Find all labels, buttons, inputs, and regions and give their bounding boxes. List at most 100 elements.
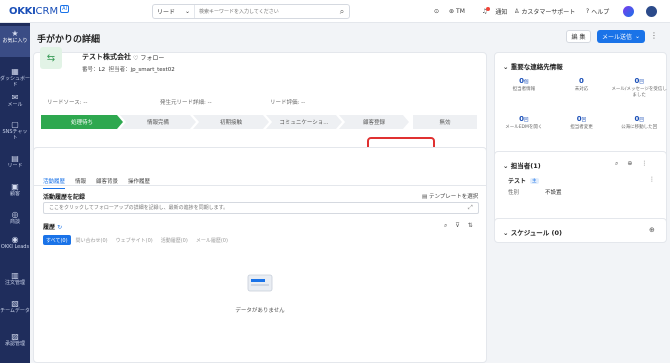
follow-button[interactable]: ♡ フォロー xyxy=(133,53,164,62)
contact-info-title[interactable]: ⌄ 重要な連絡先情報 xyxy=(503,61,563,71)
sidebar-item-team-data[interactable]: ▧ チームデータ xyxy=(0,299,30,314)
template-label: テンプレートを選択 xyxy=(428,194,479,200)
notification-label: 通知 xyxy=(495,9,508,16)
add-contact-icon[interactable]: ⊕ xyxy=(627,160,632,168)
stage-info-complete[interactable]: 情報完備 xyxy=(120,115,196,129)
template-icon: ▤ xyxy=(422,194,428,200)
company-logo: ⇆ xyxy=(40,47,62,69)
sidebar-item-approval[interactable]: ▨ 承認管理 xyxy=(0,332,30,347)
search-icon[interactable]: ⌕ xyxy=(444,222,447,230)
filter-icon[interactable]: ⊽ xyxy=(455,222,459,230)
contact-info-label: 重要な連絡先情報 xyxy=(510,63,563,71)
gender-value: 不設置 xyxy=(545,190,562,196)
stat-value: 0 xyxy=(579,77,584,85)
select-template-button[interactable]: ▤ テンプレートを選択 xyxy=(422,192,478,200)
contact-more-icon[interactable]: ⋮ xyxy=(649,176,655,183)
schedule-title[interactable]: ⌄ スケジュール (0) xyxy=(503,227,562,237)
contact-entry[interactable]: テスト主 xyxy=(508,176,539,185)
sidebar-item-dashboard[interactable]: ▦ ダッシュボード xyxy=(0,67,30,88)
logo-light-text: CRM xyxy=(35,5,59,17)
tab-operation-history[interactable]: 操作履歴 xyxy=(128,177,150,189)
stat-owner-changed[interactable]: 0回 担当者変更 xyxy=(553,111,611,144)
stat-label: メールEDMを開く xyxy=(505,125,543,130)
sidebar-item-label: 商談 xyxy=(9,219,20,225)
contact-name: テスト xyxy=(508,178,527,185)
okki-crm-logo[interactable]: OKKI CRM AI xyxy=(9,5,69,17)
contacts-title[interactable]: ⌄ 担当者(1) xyxy=(503,160,541,170)
tab-customer-background[interactable]: 顧客背景 xyxy=(96,177,118,189)
sidebar-item-okki-leads[interactable]: ◉ OKKI Leads xyxy=(0,235,30,250)
tab-info[interactable]: 情報 xyxy=(75,177,86,189)
page-title: 手がかりの詳細 xyxy=(37,35,101,45)
sidebar-item-favorites[interactable]: ★ お気に入り xyxy=(0,26,30,57)
sidebar-item-label: OKKI Leads xyxy=(0,244,30,250)
customer-icon: ▣ xyxy=(11,182,19,191)
edit-button[interactable]: 編 集 xyxy=(566,30,591,43)
filter-inquiry[interactable]: 問い合わせ(0) xyxy=(73,235,111,245)
star-icon: ★ xyxy=(11,29,19,38)
stage-pending[interactable]: 処理待ち xyxy=(41,115,123,129)
order-icon: ▥ xyxy=(11,271,19,280)
primary-badge: 主 xyxy=(530,177,539,184)
top-bar: OKKI CRM AI リード⌄ ⌕ ⊙ ⊛TM ♫通知 ♙カスタマーサポート … xyxy=(0,0,670,23)
stat-moved-to-public[interactable]: 0回 公海に移動した回 xyxy=(610,111,668,144)
search-input[interactable] xyxy=(195,5,335,18)
followup-note-input[interactable] xyxy=(43,202,479,214)
stat-label: 公海に移動した回 xyxy=(621,125,658,130)
support-button[interactable]: ♙ カスタマーサポート xyxy=(514,0,575,23)
more-options-icon[interactable]: ⋮ xyxy=(641,160,647,168)
refresh-icon[interactable]: ↻ xyxy=(57,224,62,231)
ai-assistant-icon[interactable] xyxy=(623,0,634,23)
stat-received-messages[interactable]: 0回 メール/メッセージを受信しました xyxy=(610,73,668,106)
team-data-icon: ▧ xyxy=(11,299,19,308)
mail-icon: ✉ xyxy=(11,93,19,102)
sidebar-item-customer[interactable]: ▣ 顧客 xyxy=(0,182,30,197)
history-toolbar: ⌕ ⊽ ⇅ xyxy=(444,222,473,230)
filter-all[interactable]: すべて(0) xyxy=(43,235,71,245)
stage-customer-registration[interactable]: 顧客登録 xyxy=(339,115,409,129)
chevron-down-icon: ⌄ xyxy=(503,162,509,170)
add-schedule-icon[interactable]: ⊕ xyxy=(649,226,655,234)
stat-edm-opened[interactable]: 0回 メールEDMを開く xyxy=(495,111,553,144)
sidebar-item-sns-chat[interactable]: ▢ SNSチャット xyxy=(0,120,30,141)
settings-icon[interactable]: ⊙ xyxy=(434,0,439,23)
filter-mail[interactable]: メール履歴(0) xyxy=(193,235,231,245)
sidebar-item-mail[interactable]: ✉ メール xyxy=(0,93,30,108)
user-avatar[interactable] xyxy=(646,0,657,23)
sort-icon[interactable]: ⇅ xyxy=(468,222,473,230)
send-mail-button[interactable]: メール送信 ⌄ xyxy=(597,30,645,43)
number-label: 番号： xyxy=(82,67,99,73)
stage-initial-contact[interactable]: 初期接触 xyxy=(193,115,269,129)
field-label: リード評価: xyxy=(270,100,300,106)
stat-unit: 回 xyxy=(639,80,644,85)
sidebar-item-label: SNSチャット xyxy=(2,129,28,141)
stage-invalid[interactable]: 無効 xyxy=(413,115,477,129)
approval-icon: ▨ xyxy=(11,332,19,341)
lead-rating-field: リード評価: -- xyxy=(270,98,305,106)
sidebar-item-deal[interactable]: ◎ 商談 xyxy=(0,210,30,225)
chat-icon: ▢ xyxy=(11,120,19,129)
leads-icon: ◉ xyxy=(11,235,19,244)
owner-label: 担当者： xyxy=(108,67,131,73)
logo-bold-text: OKKI xyxy=(9,5,36,17)
sidebar-item-order[interactable]: ▥ 注文管理 xyxy=(0,271,30,286)
expand-icon[interactable]: ⤢ xyxy=(468,204,473,212)
stage-communication[interactable]: コミュニケーショ... xyxy=(266,115,342,129)
main-content: 手がかりの詳細 編 集 メール送信 ⌄ ⋮ ⇆ テスト株式会社 ♡ フォロー 番号… xyxy=(30,23,670,363)
tab-activity-history[interactable]: 活動履歴 xyxy=(43,177,66,189)
stat-unhandled[interactable]: 0 未対応 xyxy=(553,73,611,106)
notification-button[interactable]: ♫ 通知 xyxy=(482,0,507,23)
more-options-icon[interactable]: ⋮ xyxy=(650,31,658,40)
filter-website[interactable]: ウェブサイト(0) xyxy=(113,235,156,245)
sidebar-item-lead[interactable]: ▤ リード xyxy=(0,154,30,169)
stat-contact-info[interactable]: 0個 担当者情報 xyxy=(495,73,553,106)
contact-info-card: ⌄ 重要な連絡先情報 0個 担当者情報 0 未対応 0回 メール/メッセージを受信しま… xyxy=(494,52,667,162)
search-icon[interactable]: ⌕ xyxy=(615,160,618,168)
stat-unit: 個 xyxy=(524,80,529,85)
filter-activity[interactable]: 活動履歴(0) xyxy=(158,235,191,245)
company-name: テスト株式会社 xyxy=(82,53,131,61)
team-switch[interactable]: ⊛ TM xyxy=(449,0,465,23)
search-scope-select[interactable]: リード ⌄ xyxy=(153,5,195,18)
search-icon[interactable]: ⌕ xyxy=(335,7,349,17)
help-button[interactable]: ? ヘルプ xyxy=(586,0,609,23)
